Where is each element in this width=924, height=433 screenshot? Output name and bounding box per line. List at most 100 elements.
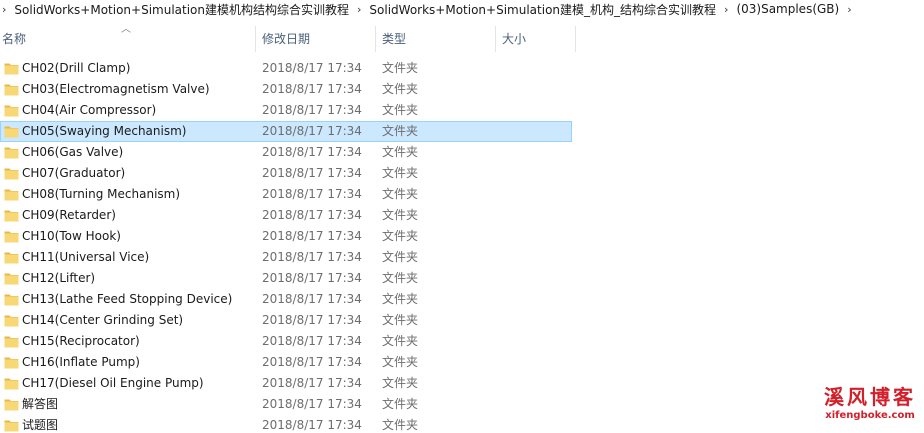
file-row[interactable]: CH02(Drill Clamp) 2018/8/17 17:34 文件夹 bbox=[0, 58, 572, 79]
breadcrumb-item-course[interactable]: SolidWorks+Motion+Simulation建模机构结构综合实训教程 bbox=[12, 1, 353, 18]
file-type: 文件夹 bbox=[382, 61, 419, 75]
file-row[interactable]: CH17(Diesel Oil Engine Pump) 2018/8/17 17… bbox=[0, 373, 572, 394]
breadcrumb-item-course-sub[interactable]: SolidWorks+Motion+Simulation建模_机构_结构综合实训… bbox=[367, 1, 720, 18]
file-row[interactable]: CH11(Universal Vice) 2018/8/17 17:34 文件夹 bbox=[0, 247, 572, 268]
folder-icon bbox=[4, 146, 19, 159]
file-name: CH09(Retarder) bbox=[22, 208, 116, 222]
file-name: CH17(Diesel Oil Engine Pump) bbox=[22, 376, 204, 390]
file-name: 试题图 bbox=[22, 418, 59, 432]
file-name: CH15(Reciprocator) bbox=[22, 334, 140, 348]
folder-icon bbox=[4, 125, 19, 138]
file-type: 文件夹 bbox=[382, 250, 419, 264]
column-header-type[interactable]: 类型 bbox=[380, 26, 495, 52]
file-date: 2018/8/17 17:34 bbox=[262, 376, 362, 390]
file-row[interactable]: CH09(Retarder) 2018/8/17 17:34 文件夹 bbox=[0, 205, 572, 226]
column-header-date[interactable]: 修改日期 bbox=[260, 26, 375, 52]
file-name: CH04(Air Compressor) bbox=[22, 103, 157, 117]
file-date: 2018/8/17 17:34 bbox=[262, 145, 362, 159]
chevron-right-icon[interactable]: › bbox=[843, 3, 857, 16]
folder-icon bbox=[4, 167, 19, 180]
file-name: CH08(Turning Mechanism) bbox=[22, 187, 181, 201]
file-name: CH10(Tow Hook) bbox=[22, 229, 121, 243]
file-date: 2018/8/17 17:34 bbox=[262, 397, 362, 411]
file-row[interactable]: 解答图 2018/8/17 17:34 文件夹 bbox=[0, 394, 572, 415]
chevron-right-icon[interactable]: › bbox=[720, 3, 734, 16]
file-date: 2018/8/17 17:34 bbox=[262, 61, 362, 75]
folder-icon bbox=[4, 419, 19, 432]
folder-icon bbox=[4, 377, 19, 390]
file-row[interactable]: 试题图 2018/8/17 17:34 文件夹 bbox=[0, 415, 572, 433]
file-date: 2018/8/17 17:34 bbox=[262, 103, 362, 117]
file-type: 文件夹 bbox=[382, 187, 419, 201]
file-date: 2018/8/17 17:34 bbox=[262, 250, 362, 264]
file-name: CH05(Swaying Mechanism) bbox=[22, 124, 187, 138]
file-date: 2018/8/17 17:34 bbox=[262, 82, 362, 96]
file-name: CH14(Center Grinding Set) bbox=[22, 313, 184, 327]
file-name: CH13(Lathe Feed Stopping Device) bbox=[22, 292, 233, 306]
folder-icon bbox=[4, 251, 19, 264]
file-type: 文件夹 bbox=[382, 397, 419, 411]
breadcrumb-item-samples[interactable]: (03)Samples(GB) bbox=[734, 2, 843, 16]
file-type: 文件夹 bbox=[382, 376, 419, 390]
column-divider[interactable] bbox=[255, 26, 256, 52]
file-date: 2018/8/17 17:34 bbox=[262, 355, 362, 369]
file-type: 文件夹 bbox=[382, 82, 419, 96]
folder-icon bbox=[4, 314, 19, 327]
file-name: CH03(Electromagnetism Valve) bbox=[22, 82, 210, 96]
column-divider[interactable] bbox=[575, 26, 576, 52]
folder-icon bbox=[4, 398, 19, 411]
folder-icon bbox=[4, 335, 19, 348]
file-date: 2018/8/17 17:34 bbox=[262, 229, 362, 243]
file-date: 2018/8/17 17:34 bbox=[262, 292, 362, 306]
file-date: 2018/8/17 17:34 bbox=[262, 124, 362, 138]
file-type: 文件夹 bbox=[382, 208, 419, 222]
chevron-right-icon[interactable]: › bbox=[353, 3, 367, 16]
file-row[interactable]: CH06(Gas Valve) 2018/8/17 17:34 文件夹 bbox=[0, 142, 572, 163]
file-type: 文件夹 bbox=[382, 271, 419, 285]
file-type: 文件夹 bbox=[382, 229, 419, 243]
file-type: 文件夹 bbox=[382, 145, 419, 159]
file-row[interactable]: CH05(Swaying Mechanism) 2018/8/17 17:34 文件… bbox=[0, 121, 572, 142]
file-date: 2018/8/17 17:34 bbox=[262, 313, 362, 327]
folder-icon bbox=[4, 83, 19, 96]
file-row[interactable]: CH16(Inflate Pump) 2018/8/17 17:34 文件夹 bbox=[0, 352, 572, 373]
file-row[interactable]: CH14(Center Grinding Set) 2018/8/17 17:34… bbox=[0, 310, 572, 331]
watermark-logo: 溪风博客 xifengboke.com bbox=[818, 385, 922, 429]
watermark-url: xifengboke.com bbox=[825, 410, 915, 421]
file-row[interactable]: CH03(Electromagnetism Valve) 2018/8/17 17… bbox=[0, 79, 572, 100]
file-type: 文件夹 bbox=[382, 103, 419, 117]
chevron-right-icon[interactable]: › bbox=[0, 3, 12, 16]
file-row[interactable]: CH07(Graduator) 2018/8/17 17:34 文件夹 bbox=[0, 163, 572, 184]
folder-icon bbox=[4, 293, 19, 306]
folder-icon bbox=[4, 209, 19, 222]
file-name: CH02(Drill Clamp) bbox=[22, 61, 131, 75]
file-row[interactable]: CH13(Lathe Feed Stopping Device) 2018/8/1… bbox=[0, 289, 572, 310]
file-type: 文件夹 bbox=[382, 355, 419, 369]
folder-icon bbox=[4, 188, 19, 201]
file-name: CH12(Lifter) bbox=[22, 271, 96, 285]
column-header-size[interactable]: 大小 bbox=[500, 26, 575, 52]
file-name: 解答图 bbox=[22, 397, 59, 411]
file-row[interactable]: CH04(Air Compressor) 2018/8/17 17:34 文件夹 bbox=[0, 100, 572, 121]
folder-icon bbox=[4, 62, 19, 75]
folder-icon bbox=[4, 356, 19, 369]
file-date: 2018/8/17 17:34 bbox=[262, 166, 362, 180]
file-row[interactable]: CH10(Tow Hook) 2018/8/17 17:34 文件夹 bbox=[0, 226, 572, 247]
folder-icon bbox=[4, 230, 19, 243]
file-name: CH06(Gas Valve) bbox=[22, 145, 124, 159]
file-type: 文件夹 bbox=[382, 292, 419, 306]
file-row[interactable]: CH12(Lifter) 2018/8/17 17:34 文件夹 bbox=[0, 268, 572, 289]
folder-icon bbox=[4, 104, 19, 117]
file-explorer-window: › SolidWorks+Motion+Simulation建模机构结构综合实训… bbox=[0, 0, 924, 433]
column-divider[interactable] bbox=[375, 26, 376, 52]
file-row[interactable]: CH15(Reciprocator) 2018/8/17 17:34 文件夹 bbox=[0, 331, 572, 352]
file-row[interactable]: CH08(Turning Mechanism) 2018/8/17 17:34 文件… bbox=[0, 184, 572, 205]
file-date: 2018/8/17 17:34 bbox=[262, 208, 362, 222]
column-header-name[interactable]: 名称 bbox=[0, 26, 255, 52]
file-type: 文件夹 bbox=[382, 166, 419, 180]
file-date: 2018/8/17 17:34 bbox=[262, 187, 362, 201]
file-type: 文件夹 bbox=[382, 418, 419, 432]
file-name: CH07(Graduator) bbox=[22, 166, 126, 180]
column-divider[interactable] bbox=[495, 26, 496, 52]
file-date: 2018/8/17 17:34 bbox=[262, 334, 362, 348]
